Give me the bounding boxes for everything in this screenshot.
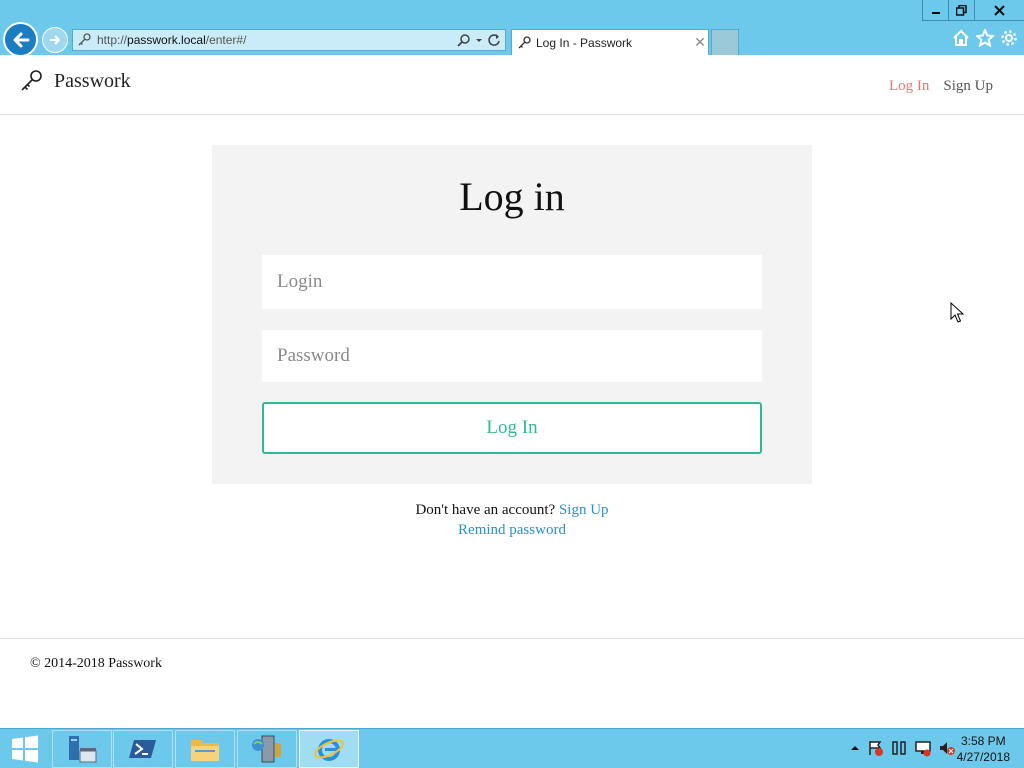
mouse-cursor-icon [950, 302, 964, 323]
login-input[interactable] [262, 255, 762, 309]
tab-title: Log In - Passwork [536, 35, 633, 50]
key-icon [78, 33, 91, 46]
login-card: Log in Log In [212, 145, 812, 484]
new-tab-button[interactable] [711, 29, 739, 55]
server-manager-button[interactable] [52, 730, 112, 768]
tab-close-icon[interactable]: ✕ [692, 34, 708, 51]
arrow-right-icon [50, 35, 61, 45]
browser-chrome: http://passwork.local/enter#/ Log In - P… [0, 0, 1024, 57]
dropdown-icon[interactable] [475, 33, 483, 47]
url-host: passwork.local [127, 33, 206, 47]
nav-login-link[interactable]: Log In [889, 78, 929, 95]
minimize-button[interactable] [922, 0, 948, 21]
password-input[interactable] [262, 330, 762, 382]
internet-explorer-icon [314, 739, 344, 761]
copyright-text: © 2014-2018 Passwork [30, 656, 162, 671]
signup-prompt: Don't have an account? Sign Up [0, 500, 1024, 520]
network-server-icon [252, 735, 281, 763]
forward-button[interactable] [42, 27, 68, 53]
start-button[interactable] [0, 729, 50, 768]
search-icon[interactable] [457, 33, 471, 47]
home-icon[interactable] [952, 29, 970, 47]
power-icon[interactable] [890, 739, 908, 757]
network-icon[interactable] [914, 739, 932, 757]
powershell-button[interactable] [113, 730, 173, 768]
brand-name: Passwork [54, 69, 131, 92]
url-path: /enter#/ [205, 33, 247, 47]
restore-icon [956, 4, 967, 16]
file-explorer-button[interactable] [175, 730, 235, 768]
close-icon [994, 4, 1005, 16]
windows-logo-icon [12, 735, 38, 763]
admin-tools-button[interactable] [237, 730, 297, 768]
internet-explorer-button[interactable] [299, 730, 359, 768]
arrow-left-icon [13, 32, 29, 47]
tab-login-passwork[interactable]: Log In - Passwork ✕ [511, 29, 709, 55]
remind-password-link[interactable]: Remind password [458, 522, 566, 538]
top-nav: Log In Sign Up [889, 78, 993, 95]
volume-muted-icon[interactable] [938, 739, 956, 757]
browser-toolbar-icons [952, 29, 1018, 47]
account-links: Don't have an account? Sign Up Remind pa… [0, 500, 1024, 540]
url-prefix: http:// [97, 33, 128, 47]
address-url[interactable]: http://passwork.local/enter#/ [97, 33, 457, 47]
page-title: Log in [459, 174, 565, 219]
action-center-flag-icon[interactable] [866, 739, 884, 757]
restore-button[interactable] [948, 0, 974, 21]
show-hidden-icons-chevron-icon[interactable] [850, 743, 860, 753]
taskbar: 3:58 PM 4/27/2018 [0, 728, 1024, 768]
refresh-icon[interactable] [487, 33, 501, 47]
star-icon[interactable] [976, 29, 994, 47]
system-tray [850, 739, 956, 757]
key-icon [21, 70, 42, 91]
close-window-button[interactable] [974, 0, 1024, 21]
nav-signup-link[interactable]: Sign Up [943, 78, 993, 95]
clock[interactable]: 3:58 PM 4/27/2018 [957, 733, 1010, 765]
signup-link[interactable]: Sign Up [559, 502, 609, 518]
gear-icon[interactable] [1000, 29, 1018, 47]
no-account-text: Don't have an account? [415, 502, 556, 518]
key-icon [518, 35, 531, 48]
minimize-icon [931, 12, 940, 14]
back-button[interactable] [3, 22, 38, 57]
server-manager-icon [69, 736, 97, 763]
powershell-icon [129, 740, 156, 758]
clock-time: 3:58 PM [960, 734, 1006, 748]
site-header: Passwork Log In Sign Up [0, 55, 1024, 115]
address-bar[interactable]: http://passwork.local/enter#/ [72, 29, 506, 51]
login-submit-button[interactable]: Log In [262, 402, 762, 454]
brand-logo[interactable]: Passwork [20, 69, 131, 93]
clock-date: 4/27/2018 [956, 750, 1010, 764]
window-controls [922, 0, 1024, 21]
footer: © 2014-2018 Passwork [0, 638, 1024, 728]
folder-icon [191, 740, 219, 761]
